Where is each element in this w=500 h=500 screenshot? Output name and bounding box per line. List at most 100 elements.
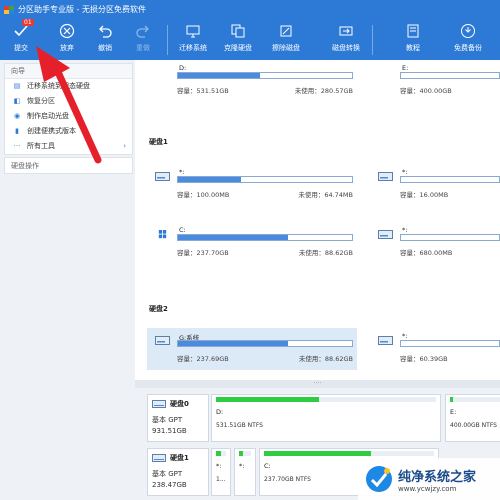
pending-count-badge: 01 — [22, 19, 34, 26]
capacity-text: 容量：680.00MB — [400, 249, 453, 257]
usage-bar — [400, 234, 500, 241]
usage-bar — [216, 397, 436, 402]
disk-convert-icon — [339, 26, 353, 36]
disk-info-disk1[interactable]: 硬盘1 基本 GPT 238.47GB — [147, 448, 209, 496]
partition-card[interactable]: *: 容量：60.39GB — [370, 328, 500, 370]
partition-card[interactable]: *: 容量：100.00MB 未使用：64.74MB — [147, 164, 357, 206]
sidebar-item-label: 恢复分区 — [27, 97, 55, 105]
undo-icon — [99, 25, 112, 38]
capacity-text: 容量：237.70GB — [177, 249, 229, 257]
sidebar-item-portable-version[interactable]: ▮ 创建便携式版本 — [5, 124, 132, 139]
backup-label: 免费备份 — [454, 44, 482, 52]
window-title: 分区助手专业版 - 无损分区免费软件 — [18, 5, 146, 14]
drive-icon — [378, 336, 393, 345]
partition-card[interactable]: C: 容量：237.70GB 未使用：88.62GB — [147, 222, 357, 264]
partition-block[interactable]: *: 1... — [211, 448, 231, 496]
usage-bar — [400, 340, 500, 347]
windows-icon — [158, 230, 167, 239]
discard-button[interactable]: 放弃 — [52, 19, 82, 60]
usage-bar — [400, 176, 500, 183]
usage-fill — [216, 451, 221, 456]
wizard-title: 向导 — [5, 64, 132, 79]
migrate-label: 迁移系统 — [179, 44, 207, 52]
unused-text: 未使用：280.57GB — [294, 87, 353, 95]
capacity-text: 容量：100.00MB — [177, 191, 230, 199]
disk-convert-button[interactable]: 磁盘转换 — [328, 19, 364, 60]
hard-disk-icon — [152, 454, 166, 462]
commit-button[interactable]: 01 提交 — [6, 19, 36, 60]
watermark-url: www.ycwjzy.com — [398, 484, 457, 493]
partition-name: C: — [179, 226, 186, 234]
tutorial-button[interactable]: 教程 — [398, 19, 428, 60]
disk-type: 基本 GPT — [152, 470, 183, 478]
partition-name: *: — [239, 462, 245, 470]
book-icon — [407, 24, 419, 38]
usage-fill — [450, 397, 453, 402]
drive-icon — [155, 172, 170, 181]
wizard-panel: 向导 ▤ 迁移系统到固态硬盘 ◧ 恢复分区 ◉ 制作启动光盘 ▮ 创建便携式版本 ···… — [4, 63, 133, 155]
wipe-label: 擦除磁盘 — [272, 44, 300, 52]
usage-bar — [450, 397, 500, 402]
capacity-text: 容量：237.69GB — [177, 355, 229, 363]
usage-fill — [216, 397, 320, 402]
toolbar-divider — [167, 25, 168, 55]
drive-icon — [378, 230, 393, 239]
migrate-system-button[interactable]: 迁移系统 — [175, 19, 211, 60]
pane-splitter[interactable]: ···· — [135, 380, 500, 388]
more-icon: ··· — [13, 142, 21, 150]
partition-block[interactable]: *: — [234, 448, 256, 496]
partition-card[interactable]: E: 容量：400.00GB — [370, 60, 500, 102]
redo-icon — [136, 25, 149, 38]
usage-bar — [177, 72, 353, 79]
usage-fill — [178, 177, 241, 182]
sidebar-item-migrate-ssd[interactable]: ▤ 迁移系统到固态硬盘 — [5, 79, 132, 94]
partition-card-selected[interactable]: G:系统 容量：237.69GB 未使用：88.62GB — [147, 328, 357, 370]
partition-card[interactable]: *: 容量：680.00MB — [370, 222, 500, 264]
capacity-text: 容量：60.39GB — [400, 355, 448, 363]
disk2-title: 硬盘2 — [149, 305, 168, 313]
usage-bar — [177, 340, 353, 347]
sidebar-item-make-boot-disc[interactable]: ◉ 制作启动光盘 — [5, 109, 132, 124]
disk-size: 931.51GB — [152, 427, 187, 435]
watermark-title: 纯净系统之家 — [398, 469, 477, 485]
partition-name: *: — [402, 168, 408, 176]
partition-info: 400.00GB NTFS — [450, 422, 497, 429]
partition-block[interactable]: E: 400.00GB NTFS — [445, 394, 500, 442]
undo-label: 撤销 — [98, 44, 112, 52]
undo-button[interactable]: 撤销 — [90, 19, 120, 60]
sidebar-item-all-tools[interactable]: ··· 所有工具 › — [5, 139, 132, 154]
free-backup-button[interactable]: 免费备份 — [446, 19, 490, 60]
wipe-disk-button[interactable]: 擦除磁盘 — [268, 19, 304, 60]
sidebar-item-recover-partition[interactable]: ◧ 恢复分区 — [5, 94, 132, 109]
disk1-title: 硬盘1 — [149, 138, 168, 146]
chevron-right-icon: › — [123, 142, 126, 150]
partition-name: *: — [402, 226, 408, 234]
clone-disk-icon — [231, 24, 245, 38]
disk-type: 基本 GPT — [152, 416, 183, 424]
capacity-text: 容量：400.00GB — [400, 87, 452, 95]
disk-ops-title: 硬盘操作 — [4, 157, 133, 174]
discard-label: 放弃 — [60, 44, 74, 52]
partition-card[interactable]: D: 容量：531.51GB 未使用：280.57GB — [147, 60, 357, 102]
sidebar-item-label: 创建便携式版本 — [27, 127, 76, 135]
capacity-text: 容量：531.51GB — [177, 87, 229, 95]
clone-disk-button[interactable]: 克隆硬盘 — [220, 19, 256, 60]
partition-name: D: — [216, 408, 224, 416]
usage-bar — [400, 72, 500, 79]
sidebar-item-label: 所有工具 — [27, 142, 55, 150]
disk-card-view: D: 容量：531.51GB 未使用：280.57GB E: 容量：400.00G… — [135, 60, 500, 380]
partition-name: E: — [450, 408, 457, 416]
partition-name: *: — [179, 168, 185, 176]
redo-button[interactable]: 重做 — [128, 19, 158, 60]
partition-name: D: — [179, 64, 187, 72]
toolbar-divider — [372, 25, 373, 55]
partition-card[interactable]: *: 容量：16.00MB — [370, 164, 500, 206]
usage-bar — [216, 451, 226, 456]
disk-info-disk0[interactable]: 硬盘0 基本 GPT 931.51GB — [147, 394, 209, 442]
unused-text: 未使用：88.62GB — [298, 355, 353, 363]
discard-icon — [59, 23, 75, 39]
app-logo-icon — [4, 5, 14, 14]
usage-bar — [177, 176, 353, 183]
usage-bar — [239, 451, 251, 456]
partition-block[interactable]: D: 531.51GB NTFS — [211, 394, 441, 442]
